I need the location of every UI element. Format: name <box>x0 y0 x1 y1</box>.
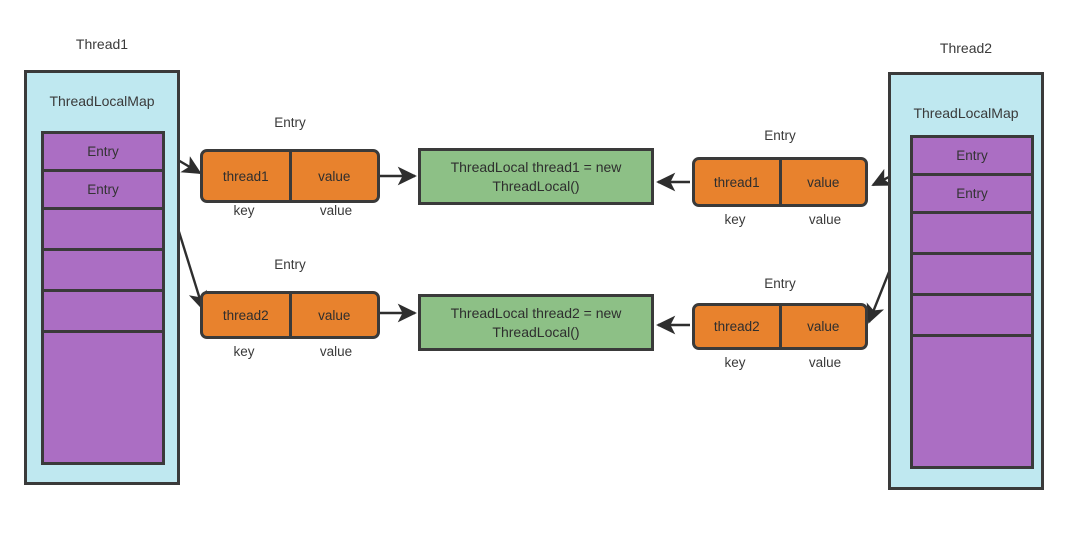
threadlocal-bottom-line2: ThreadLocal() <box>492 323 580 340</box>
thread1-slot-table: Entry Entry <box>41 131 165 465</box>
entry-left-bottom-caption: Entry <box>274 257 306 272</box>
thread2-map-label: ThreadLocalMap <box>913 105 1019 121</box>
thread2-slot-2[interactable] <box>913 214 1031 255</box>
entry-left-top-key: thread1 <box>203 152 292 200</box>
thread2-slot-5[interactable] <box>913 337 1031 466</box>
threadlocal-bottom-line1: ThreadLocal thread2 = new <box>450 304 622 321</box>
entry-right-bottom-value-label: value <box>808 355 842 370</box>
thread2-slot-4[interactable] <box>913 296 1031 337</box>
threadlocal-top-box[interactable]: ThreadLocal thread1 = new ThreadLocal() <box>418 148 654 205</box>
thread1-slot-5[interactable] <box>44 333 162 462</box>
thread2-title: Thread2 <box>939 40 993 56</box>
entry-left-bottom[interactable]: thread2 value <box>200 291 380 339</box>
entry-left-top[interactable]: thread1 value <box>200 149 380 203</box>
entry-right-top[interactable]: thread1 value <box>692 157 868 207</box>
entry-right-bottom-key-label: key <box>724 355 746 370</box>
thread1-slot-3[interactable] <box>44 251 162 292</box>
entry-right-bottom-key: thread2 <box>695 306 782 347</box>
threadlocal-bottom-text: ThreadLocal thread2 = new ThreadLocal() <box>451 304 622 342</box>
thread2-slot-3[interactable] <box>913 255 1031 296</box>
entry-left-top-key-label: key <box>233 203 255 218</box>
thread1-slot-4[interactable] <box>44 292 162 333</box>
thread1-title: Thread1 <box>75 36 129 52</box>
entry-left-top-caption: Entry <box>274 115 306 130</box>
threadlocal-bottom-box[interactable]: ThreadLocal thread2 = new ThreadLocal() <box>418 294 654 351</box>
thread1-slot-0[interactable]: Entry <box>44 134 162 172</box>
entry-right-top-key-label: key <box>724 212 746 227</box>
entry-right-top-caption: Entry <box>764 128 796 143</box>
thread2-slot-0[interactable]: Entry <box>913 138 1031 176</box>
threadlocal-top-line1: ThreadLocal thread1 = new <box>450 158 622 175</box>
entry-left-bottom-value-label: value <box>319 344 353 359</box>
entry-right-top-value: value <box>807 174 840 190</box>
entry-left-top-value: value <box>318 168 351 184</box>
thread1-slot-1[interactable]: Entry <box>44 172 162 210</box>
thread2-slot-1[interactable]: Entry <box>913 176 1031 214</box>
entry-left-bottom-key: thread2 <box>203 294 292 336</box>
entry-left-top-value-label: value <box>319 203 353 218</box>
entry-right-top-key: thread1 <box>695 160 782 204</box>
thread2-slot-table: Entry Entry <box>910 135 1034 469</box>
threadlocal-top-line2: ThreadLocal() <box>492 177 580 194</box>
entry-right-bottom[interactable]: thread2 value <box>692 303 868 350</box>
entry-right-top-value-label: value <box>808 212 842 227</box>
threadlocal-top-text: ThreadLocal thread1 = new ThreadLocal() <box>451 158 622 196</box>
thread1-slot-2[interactable] <box>44 210 162 251</box>
entry-right-bottom-value: value <box>807 319 840 334</box>
entry-left-bottom-key-label: key <box>233 344 255 359</box>
thread1-map-label: ThreadLocalMap <box>49 93 155 109</box>
entry-left-bottom-value: value <box>318 307 351 323</box>
diagram-canvas: Thread1 ThreadLocalMap Entry Entry Entry… <box>0 0 1080 545</box>
entry-right-bottom-caption: Entry <box>764 276 796 291</box>
